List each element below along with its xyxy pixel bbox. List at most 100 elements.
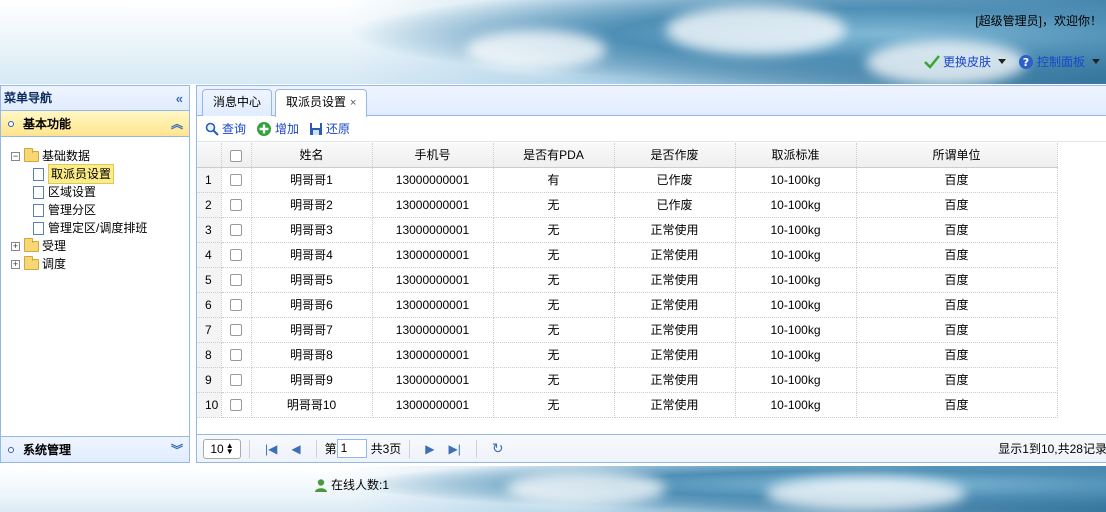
table-cell-phone: 13000000001 — [372, 217, 494, 243]
table-cell-name: 明哥哥8 — [251, 342, 373, 368]
tab-courier-settings[interactable]: 取派员设置 × — [275, 89, 368, 117]
table-cell-std: 10-100kg — [735, 267, 857, 293]
close-icon[interactable]: × — [350, 97, 356, 109]
tree-node-acceptance[interactable]: + 受理 — [11, 237, 189, 255]
row-checkbox[interactable] — [230, 199, 242, 212]
add-button[interactable]: 增加 — [256, 120, 299, 137]
column-header[interactable]: 姓名 — [251, 143, 373, 168]
search-icon — [205, 122, 219, 136]
table-cell-std: 10-100kg — [735, 317, 857, 343]
row-select-cell[interactable] — [221, 342, 252, 368]
tree-node-dispatch[interactable]: + 调度 — [11, 255, 189, 273]
tree-label: 管理分区 — [48, 203, 97, 217]
add-label: 增加 — [275, 122, 300, 136]
table-row[interactable]: 3 明哥哥3 13000000001 无正常使用 10-100kg 百度 — [197, 217, 1058, 243]
table-row[interactable]: 8 明哥哥8 13000000001 无正常使用 10-100kg 百度 — [197, 342, 1058, 368]
row-select-cell[interactable] — [221, 242, 252, 268]
table-row[interactable]: 1 明哥哥1 13000000001 有已作废 10-100kg 百度 — [197, 167, 1058, 193]
row-select-cell[interactable] — [221, 317, 252, 343]
table-row[interactable]: 10 明哥哥10 13000000001 无正常使用 10-100kg 百度 — [197, 392, 1058, 418]
row-checkbox[interactable] — [230, 299, 242, 312]
select-all-checkbox[interactable] — [230, 149, 242, 162]
menu-navigation-header: 菜单导航 « — [1, 86, 189, 111]
row-checkbox[interactable] — [230, 349, 242, 362]
table-cell-std: 10-100kg — [735, 242, 857, 268]
row-checkbox[interactable] — [230, 224, 242, 237]
select-all-header[interactable] — [221, 143, 252, 168]
change-skin-button[interactable]: 更换皮肤 — [924, 53, 1006, 70]
table-cell-phone: 13000000001 — [372, 342, 494, 368]
row-select-cell[interactable] — [221, 167, 252, 193]
table-cell-pda: 无 — [493, 367, 615, 393]
collapse-icon[interactable]: − — [11, 151, 20, 161]
tree-node-manage-partitions[interactable]: 管理分区 — [11, 201, 189, 219]
table-cell-name: 明哥哥5 — [251, 267, 373, 293]
tab-label: 消息中心 — [213, 95, 262, 109]
query-button[interactable]: 查询 — [205, 120, 246, 137]
row-select-cell[interactable] — [221, 192, 252, 218]
table-row[interactable]: 9 明哥哥9 13000000001 无正常使用 10-100kg 百度 — [197, 367, 1058, 393]
row-select-cell[interactable] — [221, 392, 252, 418]
expand-icon[interactable]: + — [11, 259, 20, 269]
tree-node-manage-fixed-zones[interactable]: 管理定区/调度排班 — [11, 219, 189, 237]
menu-navigation-title: 菜单导航 — [4, 91, 53, 105]
row-checkbox[interactable] — [230, 399, 242, 412]
table-cell-phone: 13000000001 — [372, 242, 494, 268]
column-header[interactable]: 手机号 — [372, 143, 494, 168]
page-size-value: 10 — [210, 441, 224, 456]
tree-node-courier-settings[interactable]: 取派员设置 — [11, 164, 189, 184]
first-page-icon[interactable]: |◀ — [265, 442, 277, 456]
row-select-cell[interactable] — [221, 292, 252, 318]
accordion-basic-functions-label: 基本功能 — [23, 117, 72, 131]
row-checkbox[interactable] — [230, 324, 242, 337]
page-size-select[interactable]: 10 ▲ ▼ — [203, 438, 241, 459]
column-header[interactable]: 所谓单位 — [856, 143, 1058, 168]
row-checkbox[interactable] — [230, 249, 242, 262]
tree-node-region-settings[interactable]: 区域设置 — [11, 183, 189, 201]
accordion-system-management[interactable]: 系统管理 ︾ — [1, 436, 189, 462]
table-cell-pda: 无 — [493, 317, 615, 343]
row-checkbox[interactable] — [230, 274, 242, 287]
tree-node-basic-data[interactable]: − 基础数据 — [11, 147, 189, 165]
table-cell-phone: 13000000001 — [372, 192, 494, 218]
table-cell-status: 正常使用 — [614, 367, 736, 393]
courier-datagrid: 姓名 手机号 是否有PDA 是否作废 取派标准 所谓单位 1 明哥哥1 130000… — [197, 143, 1058, 418]
restore-button[interactable]: 还原 — [309, 120, 350, 137]
column-header[interactable]: 是否有PDA — [493, 143, 615, 168]
grid-header-row: 姓名 手机号 是否有PDA 是否作废 取派标准 所谓单位 — [197, 143, 1058, 168]
control-panel-button[interactable]: ? 控制面板 — [1018, 53, 1100, 70]
expand-icon[interactable]: + — [11, 241, 20, 251]
table-row[interactable]: 2 明哥哥2 13000000001 无已作废 10-100kg 百度 — [197, 192, 1058, 218]
column-header[interactable]: 取派标准 — [735, 143, 857, 168]
row-select-cell[interactable] — [221, 367, 252, 393]
refresh-icon[interactable]: ↻ — [492, 440, 504, 457]
table-cell-std: 10-100kg — [735, 167, 857, 193]
updown-icon: ▲ ▼ — [225, 440, 234, 456]
column-header[interactable]: 是否作废 — [614, 143, 736, 168]
table-cell-std: 10-100kg — [735, 392, 857, 418]
double-chevron-left-icon[interactable]: « — [176, 86, 183, 111]
tab-strip: 消息中心 取派员设置 × — [197, 86, 1106, 117]
table-row[interactable]: 6 明哥哥6 13000000001 无正常使用 10-100kg 百度 — [197, 292, 1058, 318]
row-checkbox[interactable] — [230, 374, 242, 387]
page-number-input[interactable]: 1 — [336, 439, 367, 458]
table-cell-unit: 百度 — [856, 392, 1058, 418]
double-chevron-up-icon[interactable]: ︽ — [171, 111, 183, 137]
table-cell-std: 10-100kg — [735, 367, 857, 393]
help-icon: ? — [1018, 54, 1033, 69]
double-chevron-down-icon[interactable]: ︾ — [171, 437, 183, 463]
prev-page-icon[interactable]: ◀ — [291, 442, 300, 456]
table-row[interactable]: 4 明哥哥4 13000000001 无正常使用 10-100kg 百度 — [197, 242, 1058, 268]
row-number: 5 — [197, 267, 222, 293]
next-page-icon[interactable]: ▶ — [425, 442, 434, 456]
table-cell-name: 明哥哥10 — [251, 392, 373, 418]
accordion-basic-functions[interactable]: 基本功能 ︽ — [1, 111, 189, 137]
table-row[interactable]: 7 明哥哥7 13000000001 无正常使用 10-100kg 百度 — [197, 317, 1058, 343]
row-checkbox[interactable] — [230, 174, 242, 187]
last-page-icon[interactable]: ▶| — [449, 442, 461, 456]
row-select-cell[interactable] — [221, 267, 252, 293]
row-select-cell[interactable] — [221, 217, 252, 243]
tree-label: 基础数据 — [42, 149, 91, 163]
table-row[interactable]: 5 明哥哥5 13000000001 无正常使用 10-100kg 百度 — [197, 267, 1058, 293]
tab-message-center[interactable]: 消息中心 — [202, 89, 273, 116]
